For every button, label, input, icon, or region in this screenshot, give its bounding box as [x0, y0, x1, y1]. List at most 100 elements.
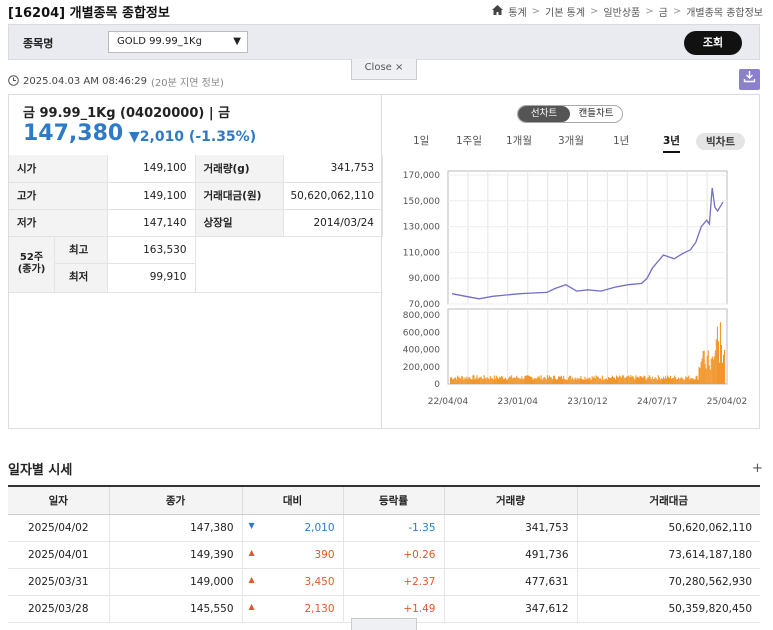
breadcrumb-item[interactable]: 금: [659, 4, 668, 19]
bottom-toggle-tab[interactable]: [351, 618, 417, 630]
period-tab-1w[interactable]: 1주일: [456, 133, 482, 148]
download-icon[interactable]: [739, 69, 760, 90]
volume-bar: [605, 378, 607, 384]
volume-bar: [601, 375, 603, 384]
volume-bar: [648, 375, 650, 384]
volume-bar: [669, 378, 671, 384]
volume-bar: [578, 378, 580, 384]
row-diff: ▲ 390: [242, 541, 344, 569]
volume-bar: [484, 377, 486, 384]
volume-bar: [687, 377, 689, 384]
volume-bar: [646, 378, 648, 384]
col-date[interactable]: 일자: [8, 485, 110, 515]
volume-bar: [685, 376, 687, 384]
volume-bar: [471, 379, 473, 384]
volume-bar: [464, 377, 466, 384]
row-date-text: 2025/04/02: [27, 521, 89, 534]
w52-block: 52주 (종가) 최고 최저: [9, 236, 108, 293]
period-tab-3m[interactable]: 3개월: [558, 133, 584, 148]
volume-bar: [638, 378, 640, 384]
volume-label: 거래량(g): [195, 155, 284, 183]
volume-bar: [560, 376, 562, 384]
row-date-text: 2025/04/01: [27, 548, 89, 561]
volume-bar: [724, 349, 726, 384]
row-rate: +0.26: [343, 541, 445, 569]
row-date-text: 2025/03/28: [27, 602, 89, 615]
candle-chart-tab[interactable]: 캔들차트: [570, 106, 622, 122]
volume-bar: [718, 362, 720, 384]
volume-bar: [627, 376, 629, 384]
volume-bar: [493, 375, 495, 384]
w52-high-value: 163,530: [107, 237, 195, 264]
row-rate-text: -1.35: [408, 521, 436, 534]
volume-bar: [513, 377, 515, 384]
col-diff[interactable]: 대비: [242, 485, 344, 515]
col-volume[interactable]: 거래량: [444, 485, 578, 515]
volume-bar: [506, 379, 508, 384]
volume-bar: [459, 377, 461, 384]
volume-bar: [596, 376, 598, 384]
volume-bar: [461, 376, 463, 384]
volume-bar: [574, 378, 576, 384]
volume-bar: [704, 363, 706, 384]
x-tick: 24/07/17: [637, 397, 677, 407]
breadcrumb: 통계 > 기본 통계 > 일반상품 > 금 > 개별종목 종합정보: [492, 4, 763, 19]
volume-bar: [455, 377, 457, 384]
breadcrumb-item[interactable]: 통계: [508, 4, 526, 19]
close-panel-button[interactable]: Close ×: [351, 59, 417, 80]
amount-value: 50,620,062,110: [283, 182, 383, 210]
volume-bar: [689, 379, 691, 384]
w52-high-label: 최고: [55, 237, 107, 264]
period-tab-1d[interactable]: 1일: [413, 133, 429, 148]
listing-value: 2014/03/24: [283, 209, 383, 237]
volume-bar: [630, 375, 632, 384]
up-arrow-icon: ▲: [248, 601, 255, 611]
period-tab-1y[interactable]: 1년: [613, 133, 629, 148]
delay-note: (20분 지연 정보): [151, 78, 224, 89]
row-date: 2025/03/31: [8, 568, 110, 596]
row-diff-text: 2,130: [304, 602, 335, 615]
period-tab-3y[interactable]: 3년: [663, 133, 680, 153]
col-close[interactable]: 종가: [109, 485, 243, 515]
x-tick: 25/04/02: [707, 397, 747, 407]
volume-bar: [467, 379, 469, 384]
row-volume-text: 341,753: [525, 521, 569, 534]
chart-type-toggle: 선차트 캔들차트: [517, 105, 623, 123]
volume-bar: [503, 379, 505, 384]
query-button[interactable]: 조회: [684, 31, 742, 55]
breadcrumb-item[interactable]: 일반상품: [603, 4, 640, 19]
period-tab-1m[interactable]: 1개월: [506, 133, 532, 148]
current-price: 147,380: [23, 121, 124, 146]
volume-bar: [604, 379, 606, 384]
volume-bar: [530, 376, 532, 384]
daily-table: 일자 종가 대비 등락률 거래량 거래대금 2025/04/02 147,380 ▼…: [8, 485, 760, 623]
volume-bar: [523, 378, 525, 384]
volume-bar: [570, 375, 572, 384]
volume-bar: [519, 378, 521, 384]
row-close-text: 149,390: [190, 548, 234, 561]
volume-bar: [664, 376, 666, 384]
daily-title: 일자별 시세: [8, 463, 73, 478]
big-chart-button[interactable]: 빅차트: [696, 133, 745, 150]
line-chart-tab[interactable]: 선차트: [518, 106, 570, 122]
volume-bar: [524, 376, 526, 384]
volume-bar: [543, 377, 545, 384]
home-icon[interactable]: [492, 5, 504, 18]
volume-bar: [486, 377, 488, 384]
col-rate[interactable]: 등락률: [343, 485, 445, 515]
volume-bar: [577, 378, 579, 384]
breadcrumb-item[interactable]: 기본 통계: [545, 4, 585, 19]
col-amount[interactable]: 거래대금: [577, 485, 760, 515]
volume-bar: [671, 379, 673, 384]
volume-bar: [562, 378, 564, 384]
volume-bar: [466, 376, 468, 384]
volume-bar: [554, 378, 556, 384]
expand-icon[interactable]: +: [752, 461, 763, 476]
timestamp-text: 2025.04.03 AM 08:46:29: [23, 76, 147, 87]
volume-bar: [684, 379, 686, 384]
volume-bar: [713, 356, 715, 384]
volume-bar: [465, 378, 467, 384]
volume-bar: [585, 379, 587, 384]
row-diff: ▲ 2,130: [242, 595, 344, 623]
item-select[interactable]: GOLD 99.99_1Kg ▼: [108, 31, 248, 53]
